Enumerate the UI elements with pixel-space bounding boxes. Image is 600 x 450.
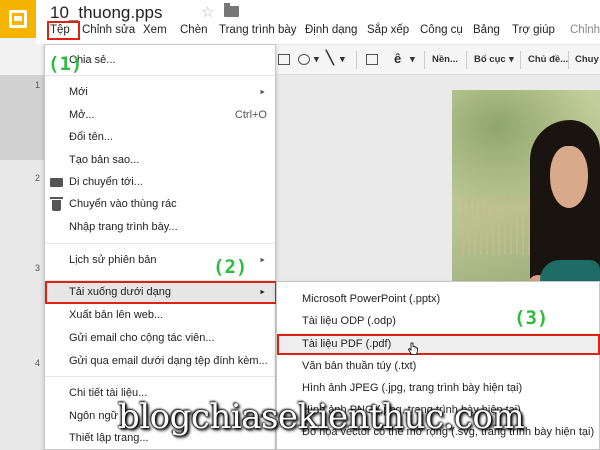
- chevron-down-icon[interactable]: ▾: [410, 54, 415, 65]
- menu-format[interactable]: Định dạng: [305, 24, 357, 36]
- shape-icon[interactable]: [298, 54, 310, 65]
- chevron-down-icon[interactable]: ▾: [314, 54, 319, 65]
- slides-logo[interactable]: [0, 0, 36, 38]
- menu-item-email-collaborators[interactable]: Gửi email cho cộng tác viên...: [69, 332, 215, 344]
- submenu-arrow-icon: ►: [259, 257, 266, 264]
- toolbar-divider: [520, 51, 521, 69]
- download-txt[interactable]: Văn bản thuần túy (.txt): [302, 360, 416, 372]
- toolbar: ▾ ╲ ▾ ê ▾ Nền... Bố cục ▾ Chủ đề... Chuy: [270, 44, 600, 75]
- download-pptx[interactable]: Microsoft PowerPoint (.pptx): [302, 293, 440, 305]
- menu-help[interactable]: Trợ giúp: [512, 24, 555, 36]
- chevron-down-icon[interactable]: ▾: [509, 54, 514, 65]
- line-icon[interactable]: ╲: [326, 50, 334, 66]
- step-2-label: (2): [213, 256, 248, 278]
- menu-tools[interactable]: Công cụ: [420, 24, 463, 36]
- submenu-arrow-icon: ►: [259, 89, 266, 96]
- menu-edit-status[interactable]: Chỉnh: [570, 24, 600, 36]
- layout-button[interactable]: Bố cục: [474, 54, 506, 65]
- menu-arrange[interactable]: Sắp xếp: [367, 24, 409, 36]
- toolbar-divider: [424, 51, 425, 69]
- slide-number: 2: [35, 173, 41, 183]
- open-shortcut: Ctrl+O: [234, 109, 267, 121]
- folder-icon[interactable]: [224, 3, 239, 17]
- download-jpg[interactable]: Hình ảnh JPEG (.jpg, trang trình bày hiệ…: [302, 382, 522, 394]
- slide-number: 3: [35, 263, 41, 273]
- menu-slide[interactable]: Trang trình bày: [219, 24, 297, 36]
- photo-person-face: [550, 146, 588, 208]
- comment-icon[interactable]: [366, 54, 378, 65]
- step-3-label: (3): [514, 307, 549, 329]
- menu-item-make-copy[interactable]: Tạo bản sao...: [69, 154, 139, 166]
- file-menu-highlight-box: [47, 21, 80, 40]
- background-button[interactable]: Nền...: [432, 54, 458, 65]
- menu-item-open[interactable]: Mở...: [69, 109, 95, 121]
- transition-button[interactable]: Chuy: [575, 54, 599, 65]
- download-highlight-box: [45, 281, 277, 304]
- menu-item-publish[interactable]: Xuất bản lên web...: [69, 309, 163, 321]
- menu-view[interactable]: Xem: [143, 24, 167, 36]
- step-1-label: (1): [48, 53, 83, 75]
- menu-insert[interactable]: Chèn: [180, 24, 208, 36]
- menu-item-move-to[interactable]: Di chuyển tới...: [69, 176, 143, 188]
- menu-divider: [45, 376, 275, 377]
- menu-item-trash[interactable]: Chuyển vào thùng rác: [69, 198, 177, 210]
- image-icon[interactable]: [278, 54, 290, 65]
- slide-filmstrip[interactable]: 1 2 3 4: [0, 75, 44, 450]
- trash-icon: [50, 197, 63, 211]
- menu-item-import-slides[interactable]: Nhập trang trình bày...: [69, 221, 178, 233]
- pdf-highlight-box: [277, 334, 600, 355]
- menu-item-language[interactable]: Ngôn ngữ: [69, 410, 118, 422]
- document-title[interactable]: 10_thuong.pps: [50, 3, 163, 23]
- hand-cursor-icon: [408, 342, 418, 355]
- chevron-down-icon[interactable]: ▾: [340, 54, 345, 65]
- toolbar-divider: [466, 51, 467, 69]
- file-menu-dropdown: Chia sẻ... Mới ► Mở... Ctrl+O Đổi tên...…: [44, 44, 277, 450]
- menu-divider: [45, 243, 275, 244]
- photo-fence: [462, 195, 532, 255]
- menu-table[interactable]: Bảng: [473, 24, 500, 36]
- slide-number: 4: [35, 358, 41, 368]
- watermark: blogchiasekienthuc.com: [118, 397, 525, 437]
- download-odp[interactable]: Tài liệu ODP (.odp): [302, 315, 396, 327]
- folder-icon: [50, 178, 63, 187]
- menu-item-email-attachment[interactable]: Gửi qua email dưới dạng tệp đính kèm...: [69, 355, 268, 367]
- toolbar-divider: [568, 51, 569, 69]
- theme-button[interactable]: Chủ đề...: [528, 54, 568, 65]
- slides-logo-icon: [9, 10, 27, 28]
- menu-item-rename[interactable]: Đổi tên...: [69, 131, 113, 143]
- input-tools-icon[interactable]: ê: [394, 51, 401, 66]
- menu-item-new[interactable]: Mới: [69, 86, 88, 98]
- slide-number: 1: [35, 80, 41, 90]
- star-icon[interactable]: ☆: [201, 3, 214, 21]
- menu-divider: [45, 75, 275, 76]
- menu-edit[interactable]: Chỉnh sửa: [82, 24, 135, 36]
- toolbar-divider: [356, 51, 357, 69]
- menu-item-version-history[interactable]: Lịch sử phiên bản: [69, 254, 156, 266]
- app-header: 10_thuong.pps ☆ Tệp Chỉnh sửa Xem Chèn T…: [36, 0, 600, 44]
